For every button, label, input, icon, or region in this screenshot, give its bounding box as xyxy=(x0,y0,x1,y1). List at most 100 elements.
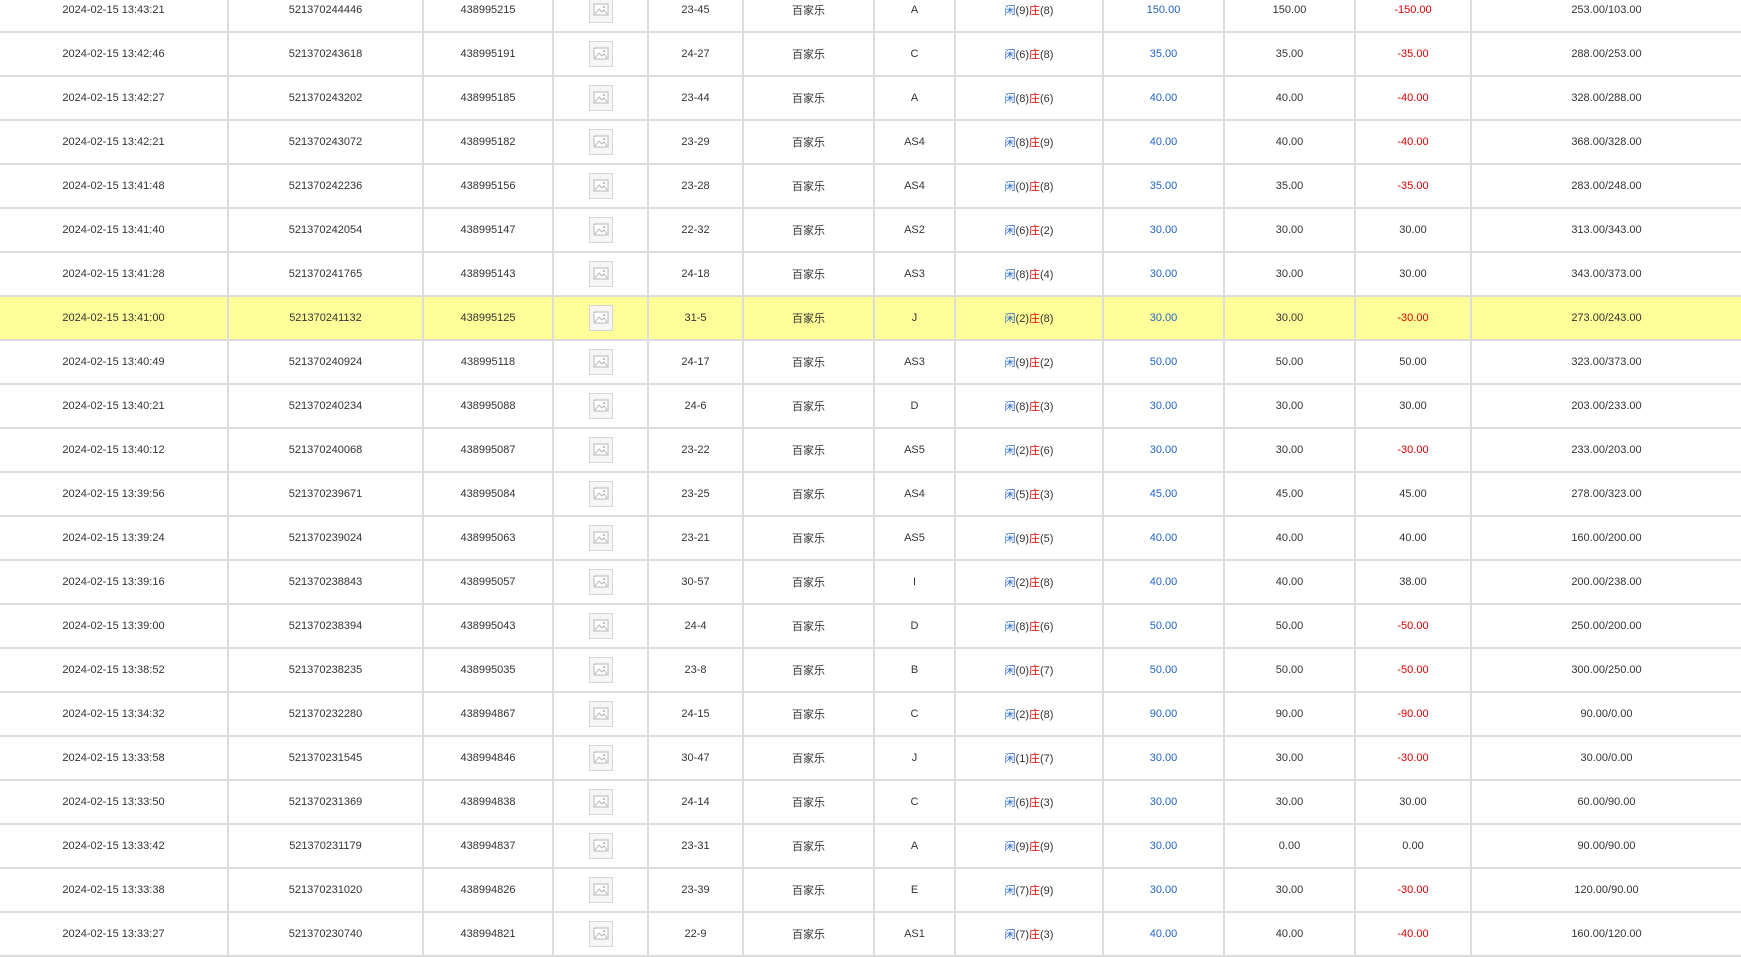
bet-detail-image-icon[interactable] xyxy=(588,657,613,683)
win-loss: 30.00 xyxy=(1355,252,1472,297)
bet-time: 2024-02-15 13:41:48 xyxy=(0,164,229,209)
bet-detail-image-icon[interactable] xyxy=(588,0,613,23)
bet-detail-image-icon[interactable] xyxy=(588,789,613,815)
table-row[interactable]: 2024-02-15 13:41:28 521370241765 4389951… xyxy=(0,252,1741,297)
game-type: 百家乐 xyxy=(743,384,875,429)
game-result[interactable]: 闲(7)庄(3) xyxy=(955,912,1104,957)
game-result[interactable]: 闲(9)庄(5) xyxy=(955,516,1104,561)
round-number: 24-18 xyxy=(648,252,744,297)
table-row[interactable]: 2024-02-15 13:40:12 521370240068 4389950… xyxy=(0,428,1741,473)
table-row[interactable]: 2024-02-15 13:41:48 521370242236 4389951… xyxy=(0,164,1741,209)
banker-points: (3) xyxy=(1040,401,1054,413)
bet-detail-image-icon[interactable] xyxy=(588,85,613,111)
game-result[interactable]: 闲(6)庄(2) xyxy=(955,208,1104,253)
game-result[interactable]: 闲(8)庄(3) xyxy=(955,384,1104,429)
player-label: 闲 xyxy=(1004,181,1016,193)
bet-detail-image-icon[interactable] xyxy=(588,833,613,859)
bet-detail-image-icon[interactable] xyxy=(588,261,613,287)
bet-detail-image-icon[interactable] xyxy=(588,217,613,243)
table-row[interactable]: 2024-02-15 13:40:49 521370240924 4389951… xyxy=(0,340,1741,385)
table-row[interactable]: 2024-02-15 13:42:27 521370243202 4389951… xyxy=(0,76,1741,121)
bet-detail-image-icon[interactable] xyxy=(588,41,613,67)
table-name: E xyxy=(874,868,956,913)
table-row[interactable]: 2024-02-15 13:39:24 521370239024 4389950… xyxy=(0,516,1741,561)
table-name: D xyxy=(874,384,956,429)
player-points: (9) xyxy=(1015,357,1029,369)
round-number: 24-4 xyxy=(648,604,744,649)
table-row[interactable]: 2024-02-15 13:33:27 521370230740 4389948… xyxy=(0,912,1741,957)
table-row[interactable]: 2024-02-15 13:42:46 521370243618 4389951… xyxy=(0,32,1741,77)
bet-detail-image-icon[interactable] xyxy=(588,921,613,947)
table-row[interactable]: 2024-02-15 13:33:42 521370231179 4389948… xyxy=(0,824,1741,869)
banker-label: 庄 xyxy=(1029,621,1040,633)
game-result[interactable]: 闲(5)庄(3) xyxy=(955,472,1104,517)
table-row[interactable]: 2024-02-15 13:40:21 521370240234 4389950… xyxy=(0,384,1741,429)
room-id: 438995118 xyxy=(423,340,554,385)
game-result[interactable]: 闲(2)庄(8) xyxy=(955,296,1104,341)
game-result[interactable]: 闲(6)庄(3) xyxy=(955,780,1104,825)
game-result[interactable]: 闲(0)庄(7) xyxy=(955,648,1104,693)
detail-cell xyxy=(553,120,649,165)
bet-detail-image-icon[interactable] xyxy=(588,393,613,419)
table-row[interactable]: 2024-02-15 13:38:52 521370238235 4389950… xyxy=(0,648,1741,693)
bet-time: 2024-02-15 13:41:28 xyxy=(0,252,229,297)
game-result[interactable]: 闲(9)庄(2) xyxy=(955,340,1104,385)
bet-detail-image-icon[interactable] xyxy=(588,569,613,595)
game-result[interactable]: 闲(8)庄(6) xyxy=(955,604,1104,649)
detail-cell xyxy=(553,648,649,693)
bet-detail-image-icon[interactable] xyxy=(588,481,613,507)
bet-detail-image-icon[interactable] xyxy=(588,437,613,463)
bet-detail-image-icon[interactable] xyxy=(588,129,613,155)
game-type: 百家乐 xyxy=(743,780,875,825)
game-type: 百家乐 xyxy=(743,76,875,121)
game-type: 百家乐 xyxy=(743,648,875,693)
player-points: (9) xyxy=(1015,533,1029,545)
valid-bet: 50.00 xyxy=(1224,604,1356,649)
game-result[interactable]: 闲(1)庄(7) xyxy=(955,736,1104,781)
table-row[interactable]: 2024-02-15 13:33:38 521370231020 4389948… xyxy=(0,868,1741,913)
room-id: 438994826 xyxy=(423,868,554,913)
table-name: AS1 xyxy=(874,912,956,957)
table-row[interactable]: 2024-02-15 13:34:32 521370232280 4389948… xyxy=(0,692,1741,737)
balance-before-after: 160.00/120.00 xyxy=(1471,912,1741,957)
table-row[interactable]: 2024-02-15 13:43:21 521370244446 4389952… xyxy=(0,0,1741,33)
bet-detail-image-icon[interactable] xyxy=(588,701,613,727)
valid-bet: 30.00 xyxy=(1224,296,1356,341)
win-loss: -30.00 xyxy=(1355,428,1472,473)
bet-detail-image-icon[interactable] xyxy=(588,877,613,903)
table-row[interactable]: 2024-02-15 13:33:58 521370231545 4389948… xyxy=(0,736,1741,781)
bet-detail-image-icon[interactable] xyxy=(588,173,613,199)
game-result[interactable]: 闲(8)庄(4) xyxy=(955,252,1104,297)
table-row[interactable]: 2024-02-15 13:33:50 521370231369 4389948… xyxy=(0,780,1741,825)
banker-points: (9) xyxy=(1040,841,1054,853)
game-result[interactable]: 闲(6)庄(8) xyxy=(955,32,1104,77)
table-row[interactable]: 2024-02-15 13:41:00 521370241132 4389951… xyxy=(0,296,1741,341)
room-id: 438995185 xyxy=(423,76,554,121)
room-id: 438994837 xyxy=(423,824,554,869)
game-result[interactable]: 闲(8)庄(9) xyxy=(955,120,1104,165)
bet-detail-image-icon[interactable] xyxy=(588,745,613,771)
player-label: 闲 xyxy=(1004,49,1016,61)
game-result[interactable]: 闲(9)庄(8) xyxy=(955,0,1104,33)
bet-detail-image-icon[interactable] xyxy=(588,305,613,331)
detail-cell xyxy=(553,252,649,297)
bet-detail-image-icon[interactable] xyxy=(588,349,613,375)
valid-bet: 40.00 xyxy=(1224,120,1356,165)
bet-detail-image-icon[interactable] xyxy=(588,525,613,551)
bet-time: 2024-02-15 13:40:12 xyxy=(0,428,229,473)
table-row[interactable]: 2024-02-15 13:39:00 521370238394 4389950… xyxy=(0,604,1741,649)
game-result[interactable]: 闲(7)庄(9) xyxy=(955,868,1104,913)
table-row[interactable]: 2024-02-15 13:39:16 521370238843 4389950… xyxy=(0,560,1741,605)
game-result[interactable]: 闲(2)庄(8) xyxy=(955,560,1104,605)
table-row[interactable]: 2024-02-15 13:41:40 521370242054 4389951… xyxy=(0,208,1741,253)
table-row[interactable]: 2024-02-15 13:42:21 521370243072 4389951… xyxy=(0,120,1741,165)
bet-detail-image-icon[interactable] xyxy=(588,613,613,639)
game-result[interactable]: 闲(2)庄(8) xyxy=(955,692,1104,737)
game-result[interactable]: 闲(2)庄(6) xyxy=(955,428,1104,473)
table-row[interactable]: 2024-02-15 13:39:56 521370239671 4389950… xyxy=(0,472,1741,517)
bet-id: 521370243072 xyxy=(228,120,424,165)
game-result[interactable]: 闲(9)庄(9) xyxy=(955,824,1104,869)
game-result[interactable]: 闲(8)庄(6) xyxy=(955,76,1104,121)
game-result[interactable]: 闲(0)庄(8) xyxy=(955,164,1104,209)
banker-points: (8) xyxy=(1040,181,1054,193)
